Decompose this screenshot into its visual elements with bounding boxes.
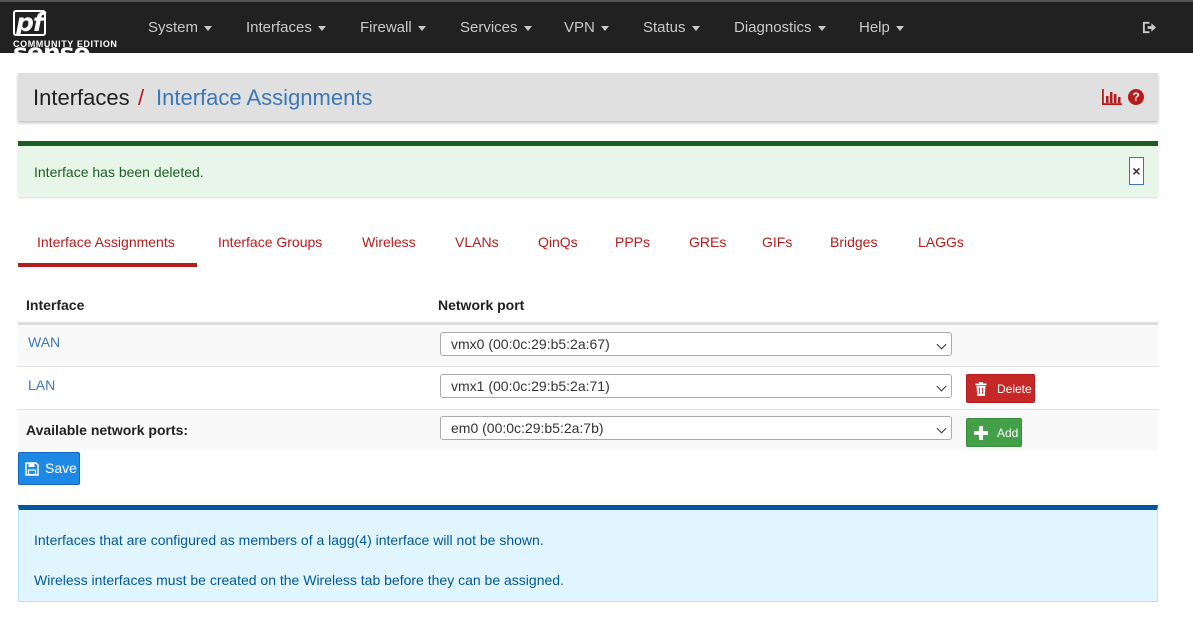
breadcrumb-root[interactable]: Interfaces: [33, 85, 130, 111]
tab-gres[interactable]: GREs: [689, 220, 726, 266]
interface-link-lan[interactable]: LAN: [28, 377, 55, 393]
delete-button-label: Delete: [997, 382, 1032, 396]
tab-ppps[interactable]: PPPs: [615, 220, 650, 266]
add-button[interactable]: Add: [966, 418, 1022, 447]
breadcrumb-panel: Interfaces / Interface Assignments ?: [18, 73, 1158, 121]
caret-down-icon: [523, 25, 532, 31]
select-value: em0 (00:0c:29:b5:2a:7b): [451, 420, 604, 436]
interface-link-wan[interactable]: WAN: [28, 334, 60, 350]
plus-icon: [974, 426, 988, 440]
active-tab-indicator: [18, 263, 197, 267]
nav-menu-firewall[interactable]: Firewall: [360, 2, 426, 53]
caret-down-icon: [417, 25, 426, 31]
breadcrumb-current[interactable]: Interface Assignments: [156, 85, 372, 111]
tab-wireless[interactable]: Wireless: [362, 220, 416, 266]
nav-menu-vpn[interactable]: VPN: [564, 2, 609, 53]
nav-menu-system[interactable]: System: [148, 2, 213, 53]
column-header-network-port: Network port: [438, 297, 525, 313]
table-header: Interface Network port: [18, 285, 1158, 324]
nav-menu-label: Firewall: [360, 19, 412, 36]
nav-menu-services[interactable]: Services: [460, 2, 532, 53]
question-circle-icon[interactable]: ?: [1128, 89, 1144, 105]
logo-edition: COMMUNITY EDITION: [13, 39, 118, 49]
sign-out-icon[interactable]: [1142, 20, 1157, 35]
breadcrumb-separator: /: [138, 85, 145, 110]
caret-down-icon: [204, 25, 213, 31]
close-icon[interactable]: ×: [1129, 157, 1144, 185]
table-row-available: Available network ports: em0 (00:0c:29:b…: [18, 409, 1158, 451]
caret-down-icon: [600, 25, 609, 31]
tab-qinqs[interactable]: QinQs: [538, 220, 578, 266]
chevron-down-icon: [936, 423, 947, 434]
nav-menu-label: System: [148, 19, 199, 36]
nav-menu-label: Interfaces: [246, 19, 312, 36]
nav-menu-diagnostics[interactable]: Diagnostics: [734, 2, 826, 53]
tab-interface-groups[interactable]: Interface Groups: [218, 220, 322, 266]
network-port-select-lan[interactable]: vmx1 (00:0c:29:b5:2a:71): [440, 374, 952, 398]
delete-button[interactable]: Delete: [966, 374, 1035, 403]
nav-menu-label: VPN: [564, 19, 595, 36]
chevron-down-icon: [936, 339, 947, 350]
tab-vlans[interactable]: VLANs: [455, 220, 499, 266]
tab-laggs[interactable]: LAGGs: [918, 220, 964, 266]
floppy-disk-icon: [25, 462, 39, 476]
pfsense-logo[interactable]: pfsense COMMUNITY EDITION: [13, 8, 121, 67]
nav-menu-label: Help: [859, 19, 890, 36]
caret-down-icon: [691, 25, 700, 31]
logo-wordmark: pfsense: [13, 8, 121, 68]
logo-pf-mark: pf: [13, 10, 46, 36]
caret-down-icon: [895, 25, 904, 31]
nav-menu-interfaces[interactable]: Interfaces: [246, 2, 326, 53]
interface-tabs: Interface Assignments Interface Groups W…: [18, 220, 1158, 268]
chevron-down-icon: [936, 381, 947, 392]
select-value: vmx1 (00:0c:29:b5:2a:71): [451, 378, 610, 394]
add-button-label: Add: [997, 426, 1019, 440]
select-value: vmx0 (00:0c:29:b5:2a:67): [451, 336, 610, 352]
caret-down-icon: [317, 25, 326, 31]
column-header-interface: Interface: [26, 297, 85, 313]
table-row-lan: LAN vmx1 (00:0c:29:b5:2a:71) Delete: [18, 366, 1158, 409]
tab-bridges[interactable]: Bridges: [830, 220, 877, 266]
info-alert: Interfaces that are configured as member…: [18, 505, 1158, 602]
top-navbar: pfsense COMMUNITY EDITION System Interfa…: [0, 0, 1193, 67]
nav-menu-label: Services: [460, 19, 518, 36]
network-port-select-wan[interactable]: vmx0 (00:0c:29:b5:2a:67): [440, 332, 952, 356]
nav-menu-label: Status: [643, 19, 686, 36]
caret-down-icon: [817, 25, 826, 31]
tab-gifs[interactable]: GIFs: [762, 220, 792, 266]
tab-interface-assignments[interactable]: Interface Assignments: [37, 220, 175, 266]
trash-icon: [975, 382, 987, 396]
bar-chart-icon[interactable]: [1102, 89, 1122, 105]
nav-menu-help[interactable]: Help: [859, 2, 904, 53]
info-alert-line: Interfaces that are configured as member…: [34, 532, 544, 548]
nav-menu-status[interactable]: Status: [643, 2, 700, 53]
table-row-wan: WAN vmx0 (00:0c:29:b5:2a:67): [18, 324, 1158, 366]
success-alert: Interface has been deleted. ×: [18, 141, 1158, 197]
save-button-label: Save: [45, 460, 77, 476]
available-ports-label: Available network ports:: [26, 422, 189, 438]
nav-menu-label: Diagnostics: [734, 19, 812, 36]
success-alert-message: Interface has been deleted.: [34, 164, 204, 180]
network-port-select-available[interactable]: em0 (00:0c:29:b5:2a:7b): [440, 416, 952, 440]
save-button[interactable]: Save: [18, 452, 80, 485]
info-alert-line: Wireless interfaces must be created on t…: [34, 572, 564, 588]
